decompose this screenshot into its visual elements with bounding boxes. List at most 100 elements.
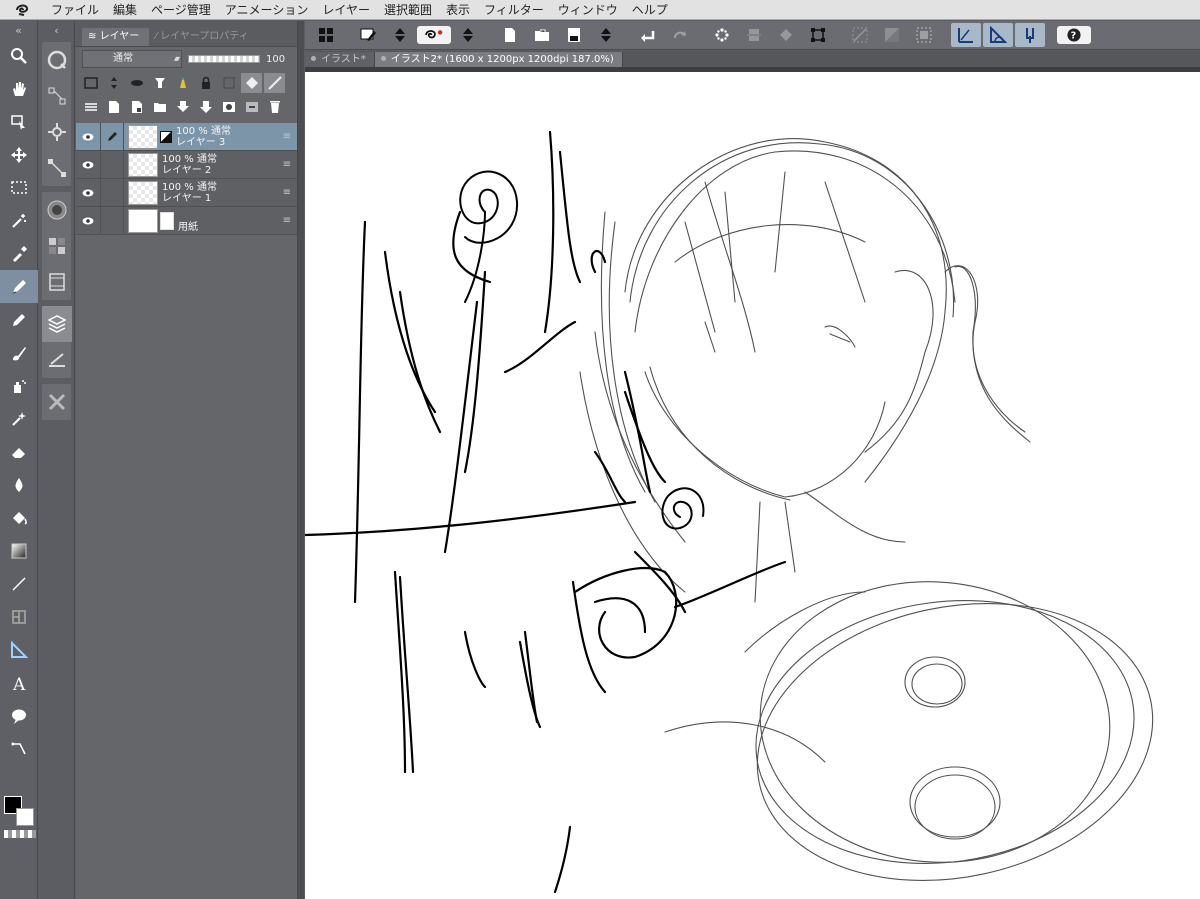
layer-mask-icon[interactable] [218, 97, 239, 117]
airbrush-icon[interactable] [0, 369, 38, 402]
redo-icon[interactable] [665, 23, 695, 47]
search-palette-icon[interactable] [42, 42, 72, 78]
select-all-icon[interactable] [909, 23, 939, 47]
drawing-canvas[interactable] [305, 72, 1200, 899]
lock-icon[interactable] [195, 73, 216, 93]
undo-icon[interactable] [633, 23, 663, 47]
menu-view[interactable]: 表示 [439, 0, 477, 20]
menu-page[interactable]: ページ管理 [144, 0, 218, 20]
canvas-tab-1[interactable]: イラスト* [305, 52, 375, 67]
transform-icon[interactable] [803, 23, 833, 47]
save-icon[interactable] [559, 23, 589, 47]
transfer-down-icon[interactable] [172, 97, 193, 117]
timeline-icon[interactable] [42, 264, 72, 300]
layer-row-paper[interactable]: 用紙 ≡ [76, 206, 297, 235]
help-icon[interactable]: ? [1057, 26, 1091, 44]
eraser-icon[interactable] [0, 435, 38, 468]
ruler-icon[interactable] [0, 633, 38, 666]
opacity-slider[interactable] [188, 55, 260, 63]
delete-layer-icon[interactable] [264, 97, 285, 117]
opacity-value[interactable]: 100 [266, 54, 285, 65]
tab-layer-property[interactable]: ⁄ レイヤープロパティ [149, 28, 258, 46]
edit-pen-slot[interactable] [100, 206, 124, 235]
background-color-swatch[interactable] [16, 808, 34, 826]
color-mode-icon[interactable] [80, 73, 101, 93]
navigator-icon[interactable] [42, 384, 72, 420]
visibility-eye-icon[interactable] [76, 189, 100, 197]
menu-selection[interactable]: 選択範囲 [377, 0, 439, 20]
frame-icon[interactable] [0, 600, 38, 633]
new-vector-layer-icon[interactable] [126, 97, 147, 117]
visibility-eye-icon[interactable] [76, 217, 100, 225]
edit-pen-icon[interactable] [100, 122, 124, 151]
hand-icon[interactable] [0, 72, 38, 105]
menu-layer[interactable]: レイヤー [315, 0, 377, 20]
ruler-snap-icon[interactable] [951, 23, 981, 47]
brush-icon[interactable] [0, 336, 38, 369]
layer-palette-icon[interactable] [42, 306, 72, 342]
balloon-icon[interactable] [0, 699, 38, 732]
auto-select-icon[interactable] [0, 204, 38, 237]
pen-icon[interactable] [0, 270, 38, 303]
decoration-icon[interactable] [0, 402, 38, 435]
lock-transparent-icon[interactable] [218, 73, 239, 93]
special-ruler-icon[interactable] [983, 23, 1013, 47]
invert-icon[interactable] [877, 23, 907, 47]
reference-layer-icon[interactable] [149, 73, 170, 93]
grid-snap-icon[interactable] [1015, 23, 1045, 47]
up-down-icon[interactable] [103, 73, 124, 93]
tab-layer[interactable]: ≋ レイヤー [82, 28, 150, 46]
text-icon[interactable]: A [0, 666, 38, 699]
blend-mode-select[interactable]: 通常 [82, 50, 182, 68]
color-set-icon[interactable] [42, 228, 72, 264]
pen-transfer-icon[interactable] [353, 23, 383, 47]
layer-row-3[interactable]: 100 % 通常 レイヤー 3 ≡ [76, 122, 297, 151]
collapse-toggle-icon[interactable]: « [0, 21, 37, 39]
visibility-eye-icon[interactable] [76, 133, 100, 141]
fill-icon[interactable] [771, 23, 801, 47]
drag-handle-icon[interactable]: ≡ [283, 215, 291, 226]
fill-icon[interactable] [0, 501, 38, 534]
up-down-icon[interactable] [453, 23, 483, 47]
transform-node-icon[interactable] [42, 150, 72, 186]
ruler-display-icon[interactable] [264, 73, 285, 93]
correct-line-icon[interactable] [0, 732, 38, 765]
blend-icon[interactable] [0, 468, 38, 501]
drag-handle-icon[interactable]: ≡ [283, 159, 291, 170]
menu-animation[interactable]: アニメーション [218, 0, 316, 20]
color-swatches[interactable] [4, 796, 36, 840]
pencil-icon[interactable] [0, 303, 38, 336]
draft-layer-icon[interactable] [172, 73, 193, 93]
zoom-icon[interactable] [0, 39, 38, 72]
color-wheel-icon[interactable] [42, 192, 72, 228]
menu-help[interactable]: ヘルプ [625, 0, 675, 20]
collapse-arrow-icon[interactable]: ‹ [39, 21, 74, 39]
selection-icon[interactable] [0, 171, 38, 204]
up-down-icon[interactable] [385, 23, 415, 47]
figure-icon[interactable] [0, 567, 38, 600]
layer-list-icon[interactable] [80, 97, 101, 117]
clip-studio-logo-icon[interactable] [0, 0, 44, 20]
clear-icon[interactable] [739, 23, 769, 47]
operation-icon[interactable] [0, 105, 38, 138]
menu-filter[interactable]: フィルター [477, 0, 551, 20]
move-layer-icon[interactable] [0, 138, 38, 171]
sparkle-icon[interactable] [707, 23, 737, 47]
clipping-icon[interactable] [126, 73, 147, 93]
eyedropper-icon[interactable] [0, 237, 38, 270]
open-folder-icon[interactable] [527, 23, 557, 47]
grid-icon[interactable] [311, 23, 341, 47]
new-file-icon[interactable] [495, 23, 525, 47]
mask-enable-icon[interactable] [241, 73, 262, 93]
drag-handle-icon[interactable]: ≡ [283, 187, 291, 198]
menu-file[interactable]: ファイル [44, 0, 106, 20]
menu-edit[interactable]: 編集 [106, 0, 144, 20]
edit-pen-slot[interactable] [100, 178, 124, 207]
visibility-eye-icon[interactable] [76, 161, 100, 169]
canvas-tab-2[interactable]: イラスト2* (1600 x 1200px 1200dpi 187.0%) [374, 52, 623, 67]
edit-pen-slot[interactable] [100, 150, 124, 179]
node-icon[interactable] [42, 78, 72, 114]
new-raster-layer-icon[interactable] [103, 97, 124, 117]
up-down-icon[interactable] [591, 23, 621, 47]
new-folder-icon[interactable] [149, 97, 170, 117]
